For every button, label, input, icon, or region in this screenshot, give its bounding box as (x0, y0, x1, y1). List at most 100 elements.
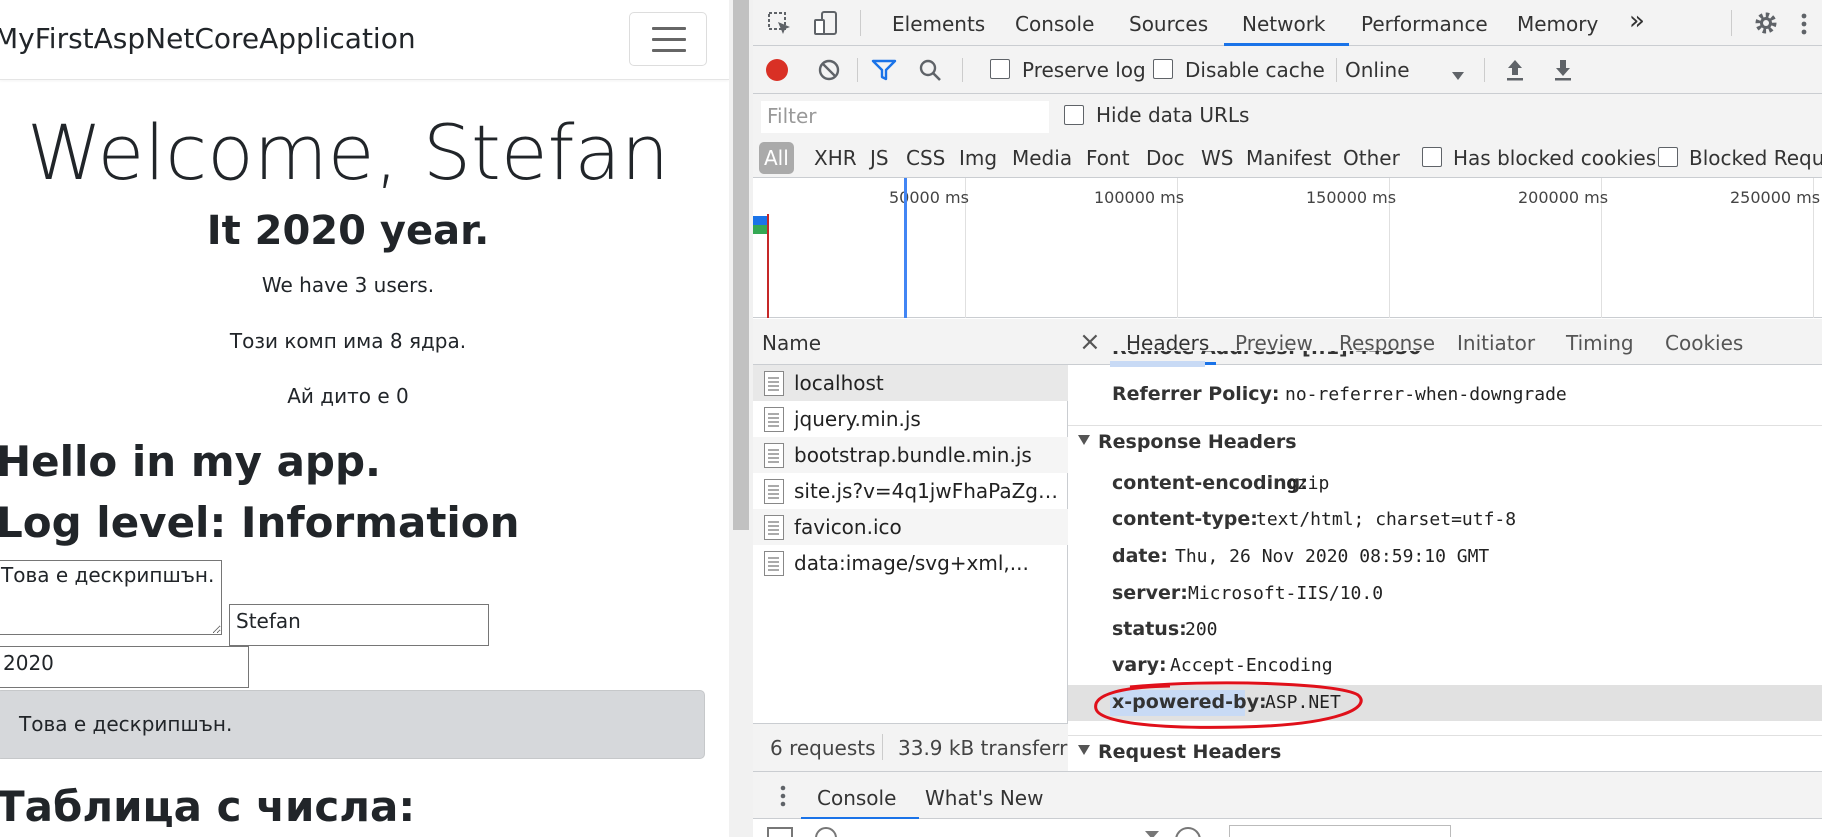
drawer-tab-console[interactable]: Console (817, 786, 896, 810)
preserve-log-label: Preserve log (1022, 58, 1146, 82)
drawer-menu-icon[interactable] (779, 784, 787, 813)
document-icon (764, 371, 784, 396)
resource-type-filters: All XHR JS CSS Img Media Font Doc WS Man… (753, 138, 1822, 178)
red-annotation-circle (1094, 681, 1363, 729)
type-filter-all[interactable]: All (759, 142, 794, 174)
type-filter-media[interactable]: Media (1012, 146, 1072, 170)
referrer-policy-row: Referrer Policy: no-referrer-when-downgr… (1112, 383, 1567, 405)
record-icon[interactable] (766, 59, 788, 81)
preserve-log-checkbox[interactable] (990, 59, 1010, 79)
list-item[interactable]: localhost (753, 365, 1068, 401)
import-har-icon[interactable] (1505, 58, 1525, 87)
devtools-panel: Elements Console Sources Network Perform… (753, 0, 1822, 837)
chevron-down-icon[interactable] (1145, 831, 1159, 837)
type-filter-ws[interactable]: WS (1201, 146, 1233, 170)
tab-elements[interactable]: Elements (892, 12, 985, 36)
request-headers-section[interactable]: Request Headers (1068, 735, 1822, 769)
drawer-tabbar: Console What's New (753, 771, 1822, 820)
gear-icon[interactable] (1753, 10, 1779, 41)
more-options-icon[interactable] (1799, 12, 1809, 41)
export-har-icon[interactable] (1553, 58, 1573, 87)
navbar-toggler-button[interactable] (629, 12, 707, 66)
chevron-down-icon[interactable] (1451, 64, 1465, 86)
request-count: 6 requests (770, 736, 876, 760)
blocked-requests-checkbox[interactable] (1658, 147, 1678, 167)
transferred-size: 33.9 kB transferre (898, 736, 1080, 760)
general-header-partial: Remote Address: [::1]:44350 (1068, 351, 1822, 367)
filter-icon[interactable] (871, 59, 897, 86)
name-column-header[interactable]: Name (753, 319, 1068, 365)
response-header-row: status: 200 (1112, 618, 1218, 640)
type-filter-other[interactable]: Other (1343, 146, 1400, 170)
script-file-icon (764, 479, 784, 504)
console-toolbar-partial (753, 819, 1822, 837)
script-file-icon (764, 443, 784, 468)
type-filter-img[interactable]: Img (959, 146, 997, 170)
eye-icon[interactable] (1175, 827, 1201, 837)
throttling-select[interactable]: Online (1345, 58, 1410, 82)
type-filter-font[interactable]: Font (1086, 146, 1130, 170)
response-header-row: date: Thu, 26 Nov 2020 08:59:10 GMT (1112, 545, 1490, 567)
more-tabs-icon[interactable]: » (1629, 6, 1645, 36)
navbar-brand[interactable]: MyFirstAspNetCoreApplication (0, 22, 416, 55)
page-scrollbar-thumb[interactable] (733, 0, 749, 530)
timeline-tick: 50000 ms (889, 188, 969, 207)
script-file-icon (764, 407, 784, 432)
clear-icon[interactable] (817, 58, 841, 87)
welcome-heading: Welcome, Stefan (26, 108, 670, 197)
log-level-heading: Log level: Information (0, 498, 520, 547)
list-item[interactable]: data:image/svg+xml,... (753, 545, 1068, 581)
timeline-load-marker (767, 214, 769, 318)
expand-triangle-icon (1078, 745, 1090, 755)
timeline-overview[interactable]: 50000 ms 100000 ms 150000 ms 200000 ms 2… (753, 178, 1822, 318)
list-item[interactable]: site.js?v=4q1jwFhaPaZgr8... (753, 473, 1068, 509)
request-summary-footer: 6 requests 33.9 kB transferre (753, 723, 1079, 771)
list-item[interactable]: bootstrap.bundle.min.js (753, 437, 1068, 473)
list-item[interactable]: favicon.ico (753, 509, 1068, 545)
timeline-tick: 250000 ms (1730, 188, 1821, 207)
has-blocked-cookies-checkbox[interactable] (1422, 147, 1442, 167)
type-filter-xhr[interactable]: XHR (814, 146, 857, 170)
users-count-text: We have 3 users. (261, 273, 435, 297)
response-headers-section[interactable]: Response Headers (1068, 425, 1822, 459)
type-filter-js[interactable]: JS (870, 146, 889, 170)
response-header-row: vary: Accept-Encoding (1112, 654, 1333, 676)
tab-console[interactable]: Console (1015, 12, 1094, 36)
request-detail-panel: × Headers Preview Response Initiator Tim… (1068, 319, 1822, 771)
cores-text: Този комп има 8 ядра. (229, 329, 467, 353)
hide-data-urls-checkbox[interactable] (1064, 105, 1084, 125)
description-textarea[interactable]: Това е дескрипшън. (0, 560, 222, 635)
hide-data-urls-label: Hide data URLs (1096, 103, 1250, 127)
inspect-element-icon[interactable] (767, 11, 793, 42)
has-blocked-cookies-label: Has blocked cookies (1453, 146, 1657, 170)
description-alert: Това е дескрипшън. (0, 690, 705, 759)
disable-cache-checkbox[interactable] (1153, 59, 1173, 79)
request-list-panel: Name localhost jquery.min.js bootstrap.b… (753, 319, 1079, 771)
console-filter-input[interactable] (1229, 825, 1451, 837)
filter-input[interactable]: Filter (761, 101, 1049, 133)
hello-heading: Hello in my app. (0, 437, 382, 486)
type-filter-manifest[interactable]: Manifest (1246, 146, 1331, 170)
clear-console-icon[interactable] (815, 827, 837, 837)
response-header-row: server: Microsoft-IIS/10.0 (1112, 582, 1384, 604)
device-toolbar-icon[interactable] (813, 10, 839, 43)
tab-network[interactable]: Network (1242, 12, 1326, 36)
tab-performance[interactable]: Performance (1361, 12, 1488, 36)
timeline-tick: 100000 ms (1094, 188, 1185, 207)
id-text: Ай дито е 0 (287, 384, 409, 408)
tab-sources[interactable]: Sources (1129, 12, 1208, 36)
devtools-tabbar: Elements Console Sources Network Perform… (753, 0, 1822, 46)
expand-triangle-icon (1078, 435, 1090, 445)
page-scrollbar[interactable] (729, 0, 753, 837)
type-filter-doc[interactable]: Doc (1146, 146, 1185, 170)
sidebar-toggle-icon[interactable] (767, 827, 793, 837)
search-icon[interactable] (918, 58, 942, 87)
list-item[interactable]: jquery.min.js (753, 401, 1068, 437)
year-input[interactable]: 2020 (0, 646, 249, 688)
filter-row: Filter Hide data URLs (753, 94, 1822, 138)
drawer-tab-whats-new[interactable]: What's New (925, 786, 1043, 810)
timeline-tick: 200000 ms (1518, 188, 1609, 207)
tab-memory[interactable]: Memory (1517, 12, 1598, 36)
type-filter-css[interactable]: CSS (906, 146, 945, 170)
name-input[interactable]: Stefan (229, 604, 489, 646)
